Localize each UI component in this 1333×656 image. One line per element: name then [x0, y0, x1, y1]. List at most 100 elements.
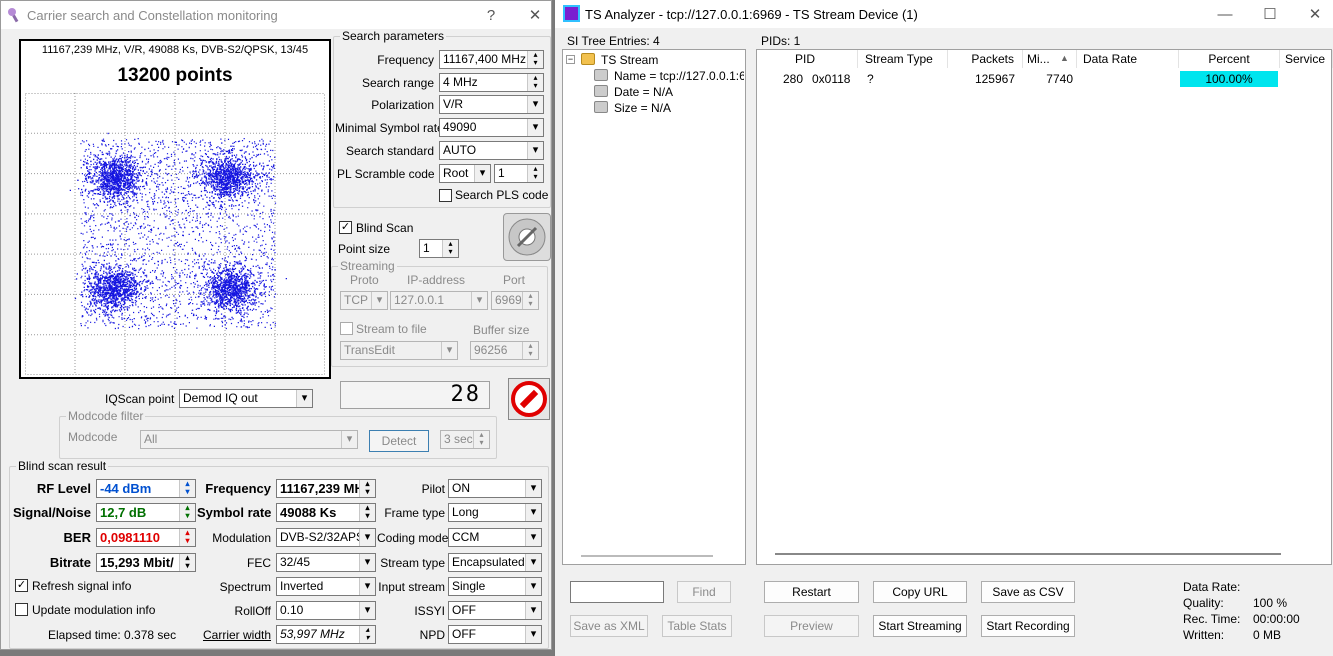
percent-bar-track: 100.00% [1180, 71, 1278, 87]
tree-item-date[interactable]: Date = N/A [614, 85, 673, 99]
result-frequency-label: Frequency [205, 481, 271, 496]
port-input[interactable]: 6969 [491, 291, 539, 310]
close-icon[interactable]: ✕ [515, 1, 555, 29]
constellation-window: Carrier search and Constellation monitor… [0, 0, 552, 650]
table-stats-button[interactable]: Table Stats [662, 615, 732, 637]
collapse-icon[interactable]: − [566, 55, 575, 64]
sort-up-icon: ▲ [1060, 53, 1069, 63]
stream-app-select[interactable]: TransEdit [340, 341, 458, 360]
tree-item-name[interactable]: Name = tcp://127.0.0.1:69 [614, 69, 744, 83]
port-label: Port [503, 273, 526, 287]
satellite-dish-icon [508, 218, 546, 256]
modcode-select[interactable]: All [140, 430, 358, 449]
frame-type-select[interactable]: Long [448, 503, 542, 522]
proto-select[interactable]: TCP [340, 291, 388, 310]
search-pls-checkbox[interactable] [439, 189, 452, 202]
frame-type-label: Frame type [384, 506, 445, 520]
copy-url-button[interactable]: Copy URL [873, 581, 967, 603]
rec-time-value: 00:00:00 [1253, 612, 1300, 626]
pl-scramble-value-input[interactable]: 1 [494, 164, 544, 183]
restart-button[interactable]: Restart [764, 581, 859, 603]
satellite-dish-button[interactable] [503, 213, 551, 261]
maximize-icon[interactable]: ☐ [1250, 0, 1290, 28]
pid-scrollbar[interactable] [775, 553, 1281, 555]
coding-mode-select[interactable]: CCM [448, 528, 542, 547]
issyi-label: ISSYI [414, 604, 445, 618]
col-percent[interactable]: Percent [1179, 50, 1280, 68]
stream-to-file-checkbox[interactable] [340, 322, 353, 335]
refresh-signal-checkbox[interactable]: ✓ [15, 579, 28, 592]
tree-item-size[interactable]: Size = N/A [614, 101, 671, 115]
find-input[interactable] [570, 581, 664, 603]
search-range-input[interactable]: 4 MHz [439, 73, 544, 92]
rolloff-select[interactable]: 0.10 [276, 601, 376, 620]
search-standard-label: Search standard [345, 144, 434, 158]
col-pid[interactable]: PID [757, 50, 858, 68]
spectrum-select[interactable]: Inverted [276, 577, 376, 596]
polarization-select[interactable]: V/R [439, 95, 544, 114]
quality-label: Quality: [1183, 596, 1224, 610]
ts-window-title: TS Analyzer - tcp://127.0.0.1:6969 - TS … [585, 6, 918, 22]
ts-analyzer-window: TS Analyzer - tcp://127.0.0.1:6969 - TS … [554, 0, 1333, 656]
minimal-symbol-rate-label: Minimal Symbol rate [335, 121, 444, 135]
modcode-filter-legend: Modcode filter [66, 409, 146, 423]
modulation-select[interactable]: DVB-S2/32APSK [276, 528, 376, 547]
satellite-icon [7, 7, 23, 23]
pilot-label: Pilot [421, 482, 445, 496]
data-rate-label: Data Rate: [1183, 580, 1241, 594]
tree-root[interactable]: TS Stream [601, 53, 658, 67]
issyi-select[interactable]: OFF [448, 601, 542, 620]
streaming-legend: Streaming [338, 259, 397, 273]
ts-close-icon[interactable]: ✕ [1295, 0, 1333, 28]
si-scrollbar[interactable] [581, 555, 713, 557]
proto-label: Proto [350, 273, 379, 287]
stop-button[interactable] [508, 378, 550, 420]
stream-to-file-label: Stream to file [356, 322, 427, 336]
fec-select[interactable]: 32/45 [276, 553, 376, 572]
find-button[interactable]: Find [677, 581, 731, 603]
start-streaming-button[interactable]: Start Streaming [873, 615, 967, 637]
ber-value: 0,0981110 [96, 528, 196, 547]
spectrum-label: Spectrum [219, 580, 271, 594]
modulation-label: Modulation [212, 531, 271, 545]
ts-analyzer-icon [563, 5, 580, 22]
start-recording-button[interactable]: Start Recording [981, 615, 1075, 637]
iqscan-select[interactable]: Demod IQ out [179, 389, 313, 408]
col-service[interactable]: Service [1280, 50, 1333, 68]
detect-button[interactable]: Detect [369, 430, 429, 452]
help-button[interactable]: ? [471, 1, 511, 29]
row-mi: 7740 [1046, 72, 1073, 86]
stream-type-select[interactable]: Encapsulated [448, 553, 542, 572]
row-percent: 100.00% [1205, 72, 1253, 86]
save-as-csv-button[interactable]: Save as CSV [981, 581, 1075, 603]
blind-scan-checkbox[interactable]: ✓ [339, 221, 352, 234]
col-data-rate[interactable]: Data Rate [1077, 50, 1179, 68]
save-as-xml-button[interactable]: Save as XML [570, 615, 648, 637]
buffer-size-input[interactable]: 96256 [470, 341, 539, 360]
npd-select[interactable]: OFF [448, 625, 542, 644]
frequency-input[interactable]: 11167,400 MHz [439, 50, 544, 69]
pids-label: PIDs: 1 [761, 34, 801, 48]
col-stream-type[interactable]: Stream Type [858, 50, 948, 68]
search-standard-select[interactable]: AUTO [439, 141, 544, 160]
pl-scramble-mode-select[interactable]: Root [439, 164, 491, 183]
input-stream-select[interactable]: Single [448, 577, 542, 596]
row-packets: 125967 [974, 72, 1015, 86]
preview-button[interactable]: Preview [764, 615, 859, 637]
blind-scan-label: Blind Scan [356, 221, 414, 235]
ip-address-select[interactable]: 127.0.0.1 [390, 291, 488, 310]
si-tree-label: SI Tree Entries: 4 [567, 34, 660, 48]
search-pls-label: Search PLS code [455, 188, 549, 202]
col-packets[interactable]: Packets [948, 50, 1023, 68]
ber-label: BER [63, 530, 91, 545]
result-frequency-value: 11167,239 MH [276, 479, 376, 498]
point-size-input[interactable]: 1 [419, 239, 459, 258]
pilot-select[interactable]: ON [448, 479, 542, 498]
quality-value: 100 % [1253, 596, 1288, 610]
minimize-icon[interactable]: — [1205, 0, 1245, 28]
carrier-width-link[interactable]: Carrier width [199, 628, 271, 642]
minimal-symbol-rate-select[interactable]: 49090 [439, 118, 544, 137]
update-modulation-checkbox[interactable] [15, 603, 28, 616]
modcode-label: Modcode [68, 430, 118, 444]
modcode-interval-input[interactable]: 3 sec [440, 430, 490, 449]
